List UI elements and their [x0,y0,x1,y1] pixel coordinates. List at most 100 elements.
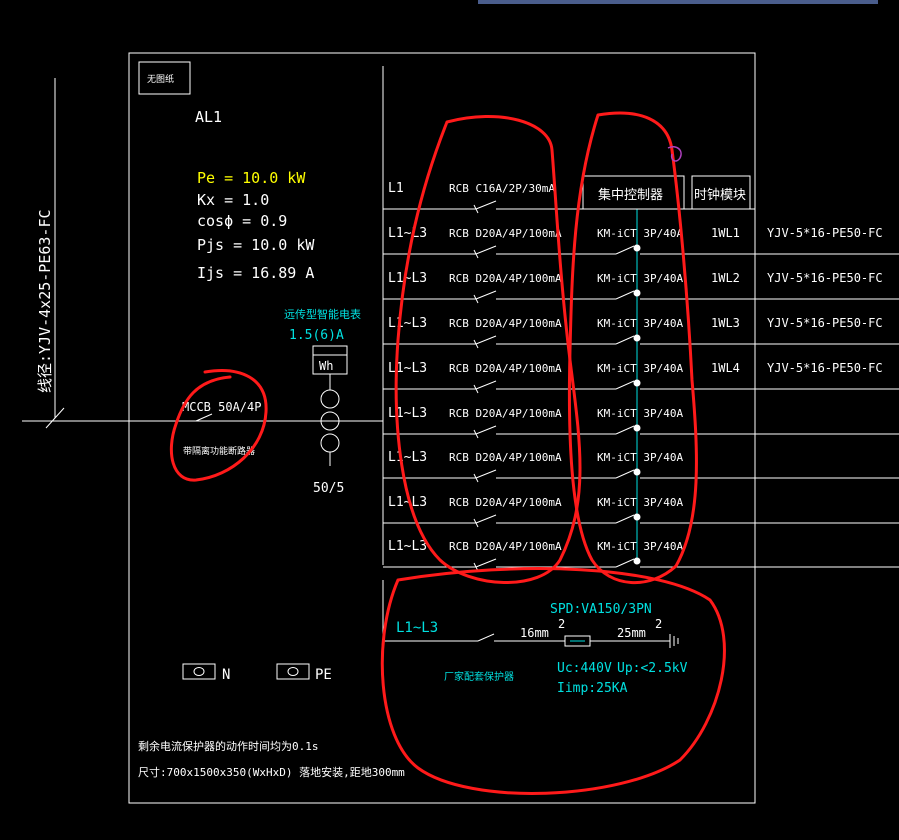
circuit-id: 1WL1 [711,226,740,240]
circuit-contactor-label: KM-iCT 3P/40A [597,272,683,285]
circuit-phase: L1~L3 [388,271,427,286]
circuit-row: L1~L3 RCB D20A/4P/100mA KM-iCT 3P/40A [383,406,899,439]
circuit-row: L1~L3 RCB D20A/4P/100mA KM-iCT 3P/40A [383,450,899,483]
spd-uc: Uc:440V [557,661,612,676]
circuit-breaker-label: RCB D20A/4P/100mA [449,451,562,464]
contactor-node [633,557,641,565]
note-line-1: 剩余电流保护器的动作时间均为0.1s [138,739,319,753]
contactor-symbol [615,425,635,435]
circuit-breaker-label: RCB D20A/4P/100mA [449,496,562,509]
circuit-row: L1~L3 RCB D20A/4P/100mA KM-iCT 3P/40A [383,539,899,572]
rcb-switch-symbol [475,425,497,435]
circuit-id: 1WL3 [711,316,740,330]
n-terminal-label: N [222,667,230,683]
circuit-cable: YJV-5*16-PE50-FC [767,316,883,330]
top-bar [478,0,878,4]
param-ijs: Ijs = 16.89 A [197,264,314,282]
contactor-node [633,468,641,476]
spd-title: SPD:VA150/3PN [550,602,652,617]
spd-iimp: Iimp:25KA [557,681,628,696]
circuit-breaker-label: RCB C16A/2P/30mA [449,182,555,195]
contactor-symbol [615,245,635,255]
rcb-switch-symbol [475,380,497,390]
circuit-contactor-label: KM-iCT 3P/40A [597,227,683,240]
spd-note: 厂家配套保护器 [444,670,514,683]
circuit-cable: YJV-5*16-PE50-FC [767,361,883,375]
circuit-id: 1WL2 [711,271,740,285]
note-line-2: 尺寸:700x1500x350(WxHxD) 落地安装,距地300mm [138,765,405,779]
contactor-symbol [615,335,635,345]
spd-phase: L1~L3 [396,620,438,636]
circuit-row: L1~L3 RCB D20A/4P/100mA KM-iCT 3P/40A [383,495,899,528]
circuit-contactor-label: KM-iCT 3P/40A [597,317,683,330]
ct-coil-3 [320,433,340,453]
param-pe: Pe = 10.0 kW [197,169,306,187]
circuit-breaker-label: RCB D20A/4P/100mA [449,540,562,553]
panel-frame [128,52,756,804]
controller-header: 集中控制器 [598,187,663,203]
circuit-contactor-label: KM-iCT 3P/40A [597,496,683,509]
meter-title: 远传型智能电表 [284,307,361,321]
panel-title: AL1 [195,108,222,126]
circuit-phase: L1~L3 [388,361,427,376]
cad-drawing: 线径:YJV-4x25-PE63-FC 无图纸 AL1 Pe = 10.0 kW… [22,0,899,804]
contactor-symbol [615,380,635,390]
spd-count-2: 2 [655,617,662,631]
circuit-row: L1~L3 RCB D20A/4P/100mA KM-iCT 3P/40A 1WL4 Y… [383,361,899,394]
ct-ratio: 50/5 [313,481,344,496]
main-breaker-note: 带隔离功能断路器 [183,445,255,457]
param-cos: cosϕ = 0.9 [197,212,287,230]
param-pjs: Pjs = 10.0 kW [197,236,315,254]
n-terminal-box [182,663,216,680]
main-breaker-label: MCCB 50A/4P [182,400,261,414]
circuit-breaker-label: RCB D20A/4P/100mA [449,407,562,420]
circuit-phase: L1~L3 [388,539,427,554]
circuit-cable: YJV-5*16-PE50-FC [767,271,883,285]
circuit-phase: L1~L3 [388,316,427,331]
spd-count-1: 2 [558,617,565,631]
rcb-switch-symbol [475,469,497,479]
pe-terminal-box [276,663,310,680]
circuit-row: L1~L3 RCB D20A/4P/100mA KM-iCT 3P/40A 1WL2 Y… [383,271,899,304]
circuit-contactor-label: KM-iCT 3P/40A [597,451,683,464]
circuit-phase: L1 [388,181,404,196]
clock-header: 时钟模块 [694,187,746,203]
rcb-switch-symbol [475,558,497,568]
contactor-symbol [615,558,635,568]
circuit-breaker-label: RCB D20A/4P/100mA [449,317,562,330]
contactor-symbol [615,469,635,479]
meter-rating: 1.5(6)A [289,328,344,343]
circuit-breaker-label: RCB D20A/4P/100mA [449,272,562,285]
contactor-symbol [615,290,635,300]
circuit-phase: L1~L3 [388,406,427,421]
circuit-contactor-label: KM-iCT 3P/40A [597,362,683,375]
meter-symbol: Wh [319,359,333,373]
markup-contactor-column [567,111,698,585]
spd-switch [477,633,495,642]
circuit-contactor-label: KM-iCT 3P/40A [597,540,683,553]
incoming-cable-label: 线径:YJV-4x25-PE63-FC [36,209,54,393]
main-breaker-symbol [195,413,213,422]
contactor-node [633,244,641,252]
contactor-node [633,289,641,297]
markup-main-breaker [169,369,268,482]
spd-wire-1: 16mm [520,626,549,640]
circuit-id: 1WL4 [711,361,740,375]
contactor-node [633,424,641,432]
circuit-cable: YJV-5*16-PE50-FC [767,226,883,240]
pe-terminal-label: PE [315,667,332,683]
circuit-phase: L1~L3 [388,450,427,465]
n-terminal-icon [193,667,205,676]
contactor-node [633,379,641,387]
contactor-node [633,334,641,342]
param-kx: Kx = 1.0 [197,191,269,209]
spd-up: Up:<2.5kV [617,661,688,676]
ct-coil-1 [320,389,340,409]
circuit-row: L1~L3 RCB D20A/4P/100mA KM-iCT 3P/40A 1WL3 Y… [383,316,899,349]
circuit-breaker-label: RCB D20A/4P/100mA [449,227,562,240]
circuit-phase: L1~L3 [388,226,427,241]
pe-terminal-icon [287,667,299,676]
rcb-switch-symbol [475,200,497,210]
circuit-row: L1~L3 RCB D20A/4P/100mA KM-iCT 3P/40A 1WL1 Y… [383,226,899,259]
contactor-node [633,513,641,521]
